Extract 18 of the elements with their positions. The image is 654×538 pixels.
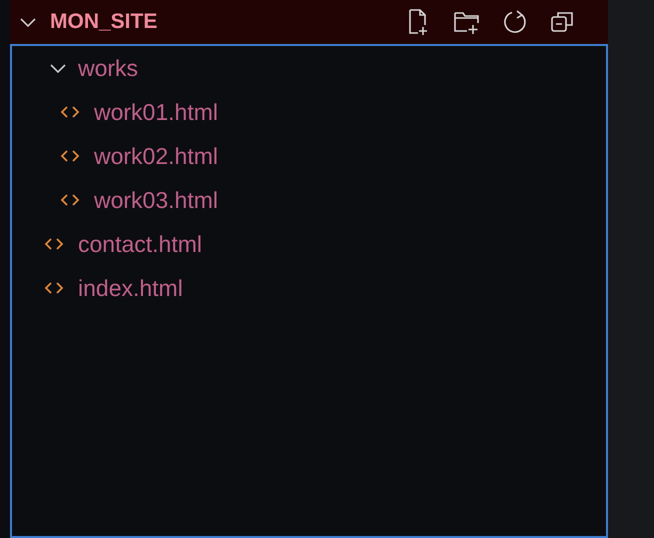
file-name: contact.html: [78, 230, 202, 259]
code-icon: [44, 237, 64, 251]
file-row[interactable]: contact.html: [12, 222, 606, 266]
file-row[interactable]: work01.html: [12, 90, 606, 134]
file-name: work02.html: [94, 142, 218, 171]
file-row[interactable]: index.html: [12, 266, 606, 310]
folder-row[interactable]: works: [12, 46, 606, 90]
code-icon: [44, 281, 64, 295]
folder-name: works: [78, 54, 138, 83]
project-title: MON_SITE: [50, 9, 158, 36]
file-row[interactable]: work02.html: [12, 134, 606, 178]
code-icon: [60, 105, 80, 119]
file-row[interactable]: work03.html: [12, 178, 606, 222]
file-name: work03.html: [94, 186, 218, 215]
code-icon: [60, 149, 80, 163]
file-name: index.html: [78, 274, 183, 303]
file-name: work01.html: [94, 98, 218, 127]
code-icon: [60, 193, 80, 207]
